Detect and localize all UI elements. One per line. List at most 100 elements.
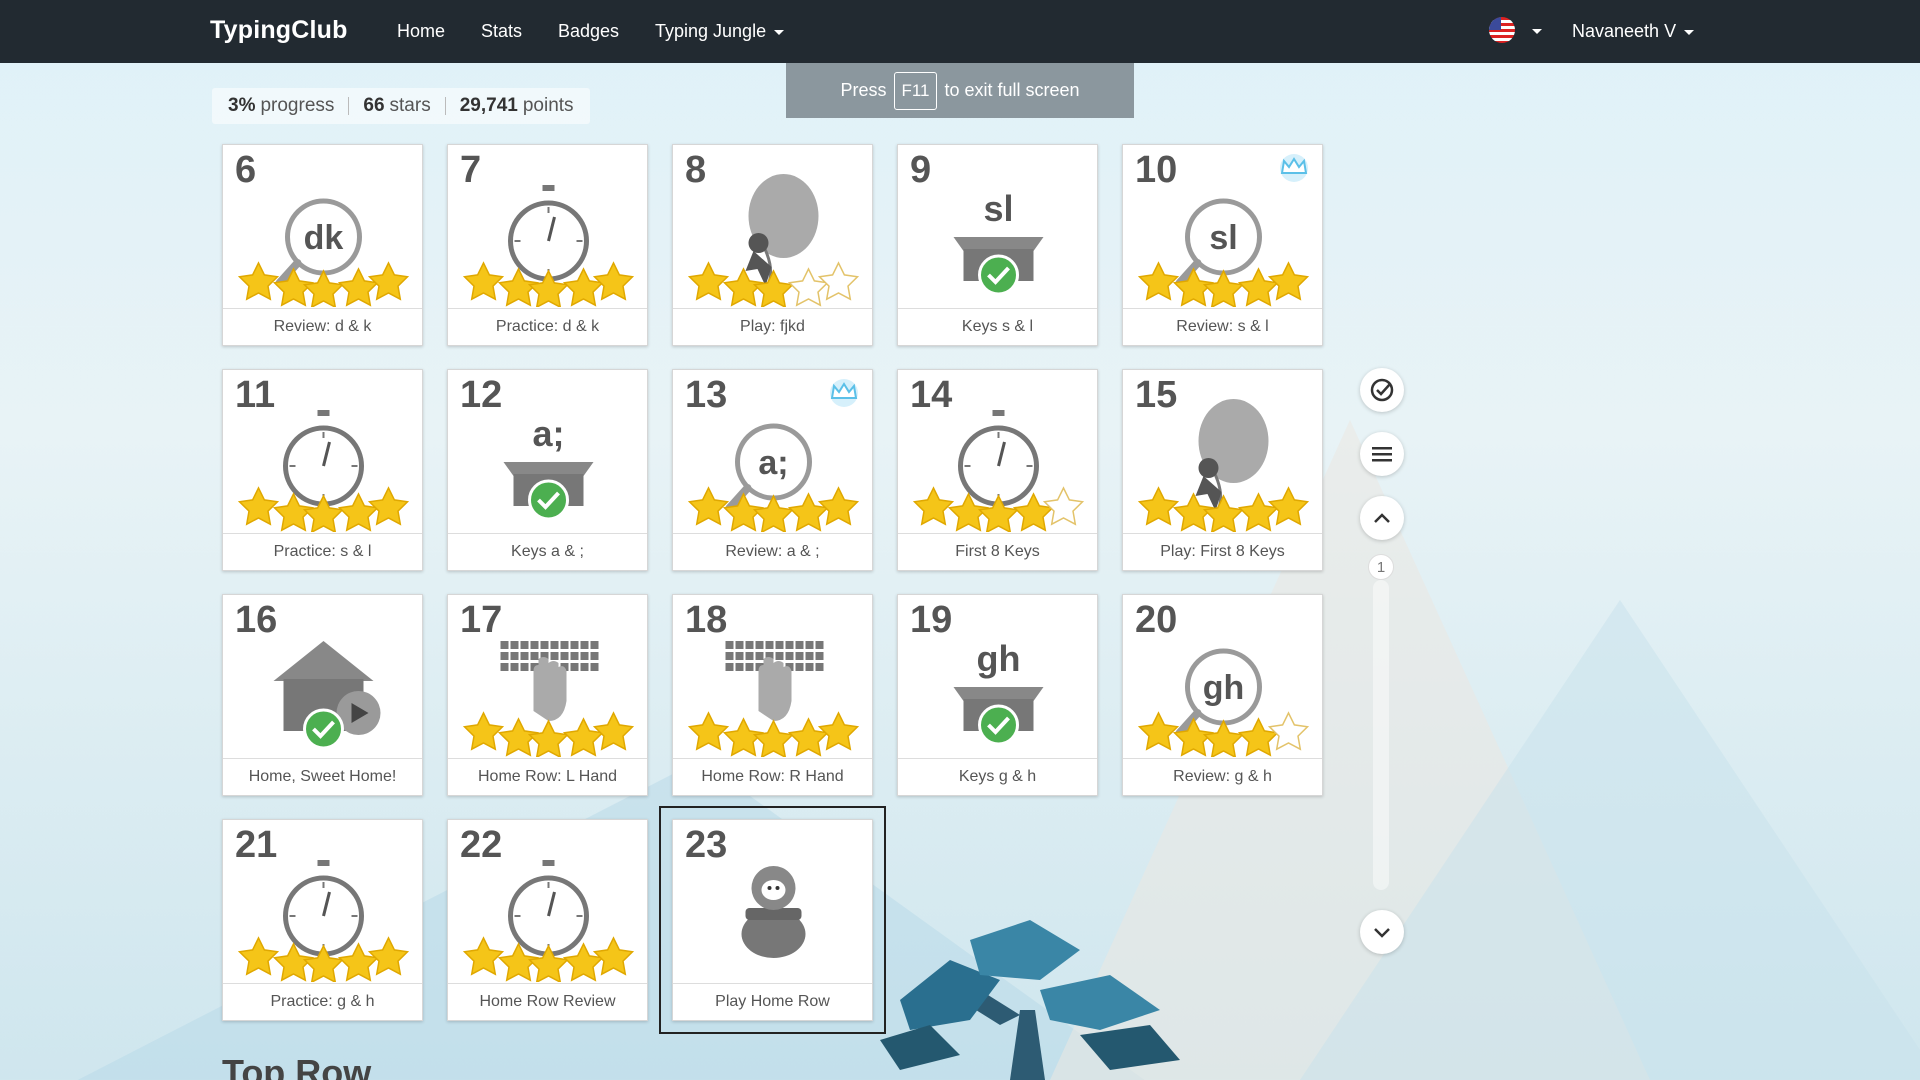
hamburger-icon xyxy=(1372,447,1392,462)
star-icon xyxy=(1267,711,1310,751)
page-indicator: 1 xyxy=(1368,554,1394,580)
svg-text:gh: gh xyxy=(1203,669,1245,707)
magnifier-a-icon: a; xyxy=(687,423,860,532)
nav-home[interactable]: Home xyxy=(397,21,445,42)
lesson-card[interactable]: 19 gh Keys g & h xyxy=(897,594,1098,796)
lesson-label: Home Row: L Hand xyxy=(448,758,647,795)
lesson-card[interactable]: 22 Home Row Review xyxy=(447,819,648,1021)
star-icon xyxy=(1267,486,1310,526)
star-icon xyxy=(367,936,410,976)
nav-typing-jungle[interactable]: Typing Jungle xyxy=(655,21,785,42)
star-icon xyxy=(462,711,505,751)
star-icon xyxy=(367,486,410,526)
lesson-card[interactable]: 21 Practice: g & h xyxy=(222,819,423,1021)
star-icon xyxy=(687,261,730,301)
chevron-down-icon xyxy=(1684,29,1695,35)
house-video-icon xyxy=(273,641,381,750)
divider xyxy=(444,97,446,115)
lesson-label: Practice: s & l xyxy=(223,533,422,570)
lesson-label: Keys g & h xyxy=(898,758,1097,795)
star-icon xyxy=(1267,261,1310,301)
balloon-game-icon xyxy=(1137,399,1310,532)
check-progress-button[interactable] xyxy=(1360,368,1404,412)
star-icon xyxy=(237,261,280,301)
lesson-label: Play: First 8 Keys xyxy=(1123,533,1322,570)
lesson-label: Play Home Row xyxy=(673,983,872,1020)
lesson-card[interactable]: 14 First 8 Keys xyxy=(897,369,1098,571)
box-a-icon: a; xyxy=(503,413,594,521)
chevron-down-icon xyxy=(1374,928,1390,938)
top-navbar: TypingClub Home Stats Badges Typing Jung… xyxy=(0,0,1920,63)
us-flag-icon[interactable] xyxy=(1489,17,1515,43)
stopwatch-icon xyxy=(237,410,410,532)
scroll-down-button[interactable] xyxy=(1360,910,1404,954)
scrollbar-track[interactable] xyxy=(1373,580,1389,890)
lesson-label: Review: d & k xyxy=(223,308,422,345)
lesson-card[interactable]: 11 Practice: s & l xyxy=(222,369,423,571)
keyboard-hand-icon xyxy=(462,641,635,757)
lesson-label: Review: g & h xyxy=(1123,758,1322,795)
lesson-label: Keys a & ; xyxy=(448,533,647,570)
svg-text:sl: sl xyxy=(983,188,1013,229)
star-icon xyxy=(817,486,860,526)
pot-creature-icon xyxy=(741,866,806,958)
balloon-game-icon xyxy=(687,174,860,307)
nav-stats[interactable]: Stats xyxy=(481,21,522,42)
star-icon xyxy=(367,261,410,301)
lesson-card[interactable]: 23 Play Home Row xyxy=(659,806,886,1034)
star-icon xyxy=(752,719,795,757)
star-icon xyxy=(237,936,280,976)
brand-logo[interactable]: TypingClub xyxy=(210,16,348,45)
svg-text:sl: sl xyxy=(1209,219,1237,257)
lesson-label: Practice: d & k xyxy=(448,308,647,345)
stopwatch-icon xyxy=(912,410,1085,532)
lesson-card[interactable]: 7 Practice: d & k xyxy=(447,144,648,346)
lesson-card[interactable]: 13 a; Review: a & ; xyxy=(672,369,873,571)
star-icon xyxy=(1202,719,1245,757)
star-icon xyxy=(787,717,830,757)
chevron-down-icon[interactable] xyxy=(1532,29,1542,34)
user-menu[interactable]: Navaneeth V xyxy=(1572,21,1695,42)
lesson-card[interactable]: 20 gh Review: g & h xyxy=(1122,594,1323,796)
menu-button[interactable] xyxy=(1360,432,1404,476)
star-icon xyxy=(687,486,730,526)
star-icon xyxy=(1202,494,1245,532)
lesson-card[interactable]: 15 Play: First 8 Keys xyxy=(1122,369,1323,571)
star-icon xyxy=(752,269,795,307)
lesson-card[interactable]: 16 Home, Sweet Home! xyxy=(222,594,423,796)
lesson-label: First 8 Keys xyxy=(898,533,1097,570)
lesson-card[interactable]: 6 dk Review: d & k xyxy=(222,144,423,346)
star-icon xyxy=(817,261,860,301)
star-icon xyxy=(1042,486,1085,526)
f11-key: F11 xyxy=(894,71,937,110)
background-mountain xyxy=(1300,600,1920,1080)
lesson-card[interactable]: 9 sl Keys s & l xyxy=(897,144,1098,346)
magnifier-sl-icon: sl xyxy=(1137,198,1310,307)
lesson-card[interactable]: 12 a; Keys a & ; xyxy=(447,369,648,571)
stopwatch-icon xyxy=(462,185,635,307)
star-icon xyxy=(237,486,280,526)
star-icon xyxy=(687,711,730,751)
star-icon xyxy=(912,486,955,526)
stopwatch-icon xyxy=(462,860,635,982)
lesson-card[interactable]: 17 Home Row: L Hand xyxy=(447,594,648,796)
bonsai-tree-illustration xyxy=(880,920,1180,1080)
star-icon xyxy=(1237,492,1280,532)
lesson-card[interactable]: 18 Home Row: R Hand xyxy=(672,594,873,796)
star-icon xyxy=(1137,486,1180,526)
progress-value: 3% xyxy=(228,95,256,116)
lesson-label: Home Row: R Hand xyxy=(673,758,872,795)
scroll-up-button[interactable] xyxy=(1360,496,1404,540)
progress-summary: 3% progress 66 stars 29,741 points xyxy=(212,88,590,124)
star-icon xyxy=(1137,261,1180,301)
check-circle-icon xyxy=(1370,378,1394,402)
lesson-label: Review: a & ; xyxy=(673,533,872,570)
lesson-label: Keys s & l xyxy=(898,308,1097,345)
nav-badges[interactable]: Badges xyxy=(558,21,619,42)
svg-text:gh: gh xyxy=(977,638,1021,679)
lesson-card[interactable]: 10 sl Review: s & l xyxy=(1122,144,1323,346)
star-icon xyxy=(1137,711,1180,751)
lesson-card[interactable]: 8 Play: fjkd xyxy=(672,144,873,346)
nav-typing-jungle-label: Typing Jungle xyxy=(655,21,767,41)
star-icon xyxy=(1237,717,1280,757)
